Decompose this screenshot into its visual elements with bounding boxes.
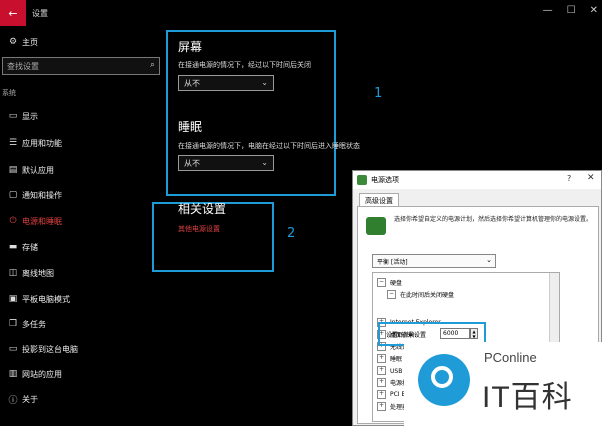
sidebar-item-label: 显示 bbox=[22, 111, 38, 121]
tree-item[interactable]: + 睡眠 bbox=[377, 353, 402, 363]
sidebar-item-about[interactable]: ⓘ 关于 bbox=[0, 389, 165, 409]
back-button[interactable]: ← bbox=[0, 0, 26, 26]
other-power-settings-link[interactable]: 其他电源设置 bbox=[178, 224, 220, 234]
power-options-title: 电源选项 bbox=[371, 176, 399, 184]
sidebar-item-power-sleep[interactable]: ⏻ 电源和睡眠 bbox=[0, 211, 165, 231]
power-options-title-bar: 电源选项 bbox=[353, 171, 601, 189]
sidebar-item-label: 投影到这台电脑 bbox=[22, 344, 78, 354]
search-icon: ⌕ bbox=[149, 60, 155, 70]
info-icon: ⓘ bbox=[8, 395, 18, 406]
tab-advanced-settings[interactable]: 高级设置 bbox=[359, 193, 399, 207]
sidebar-item-label: 网站的应用 bbox=[22, 369, 62, 379]
sidebar-item-label: 存储 bbox=[22, 242, 38, 252]
sidebar-item-label: 默认应用 bbox=[22, 165, 54, 175]
sidebar-item-web-apps[interactable]: ▥ 网站的应用 bbox=[0, 364, 165, 384]
sidebar-item-label: 主页 bbox=[22, 37, 38, 47]
sidebar-item-label: 应用和功能 bbox=[22, 138, 62, 148]
sidebar-item-notifications[interactable]: ▢ 通知和操作 bbox=[0, 185, 165, 205]
sidebar-item-label: 通知和操作 bbox=[22, 190, 62, 200]
search-placeholder: 查找设置 bbox=[7, 61, 39, 71]
power-plan-icon bbox=[366, 217, 386, 235]
maximize-button[interactable]: ☐ bbox=[567, 5, 576, 16]
sleep-description: 在接通电源的情况下，电脑在经过以下时间后进入睡眠状态 bbox=[178, 142, 360, 150]
apps-icon: ☰ bbox=[8, 138, 18, 148]
watermark: PConline IT百科 bbox=[404, 342, 602, 426]
tablet-icon: ▣ bbox=[8, 294, 18, 304]
sidebar-item-display[interactable]: ▭ 显示 bbox=[0, 106, 165, 126]
section-label: 系统 bbox=[2, 89, 16, 97]
power-plan-select[interactable]: 平衡 [活动] ⌄ bbox=[372, 254, 496, 268]
magnifier-icon bbox=[431, 366, 453, 388]
notification-icon: ▢ bbox=[8, 190, 18, 200]
watermark-brand: IT百科 bbox=[482, 381, 573, 414]
tree-item[interactable]: − 硬盘 bbox=[377, 277, 402, 287]
close-button[interactable]: ✕ bbox=[587, 173, 595, 183]
storage-icon: ▬ bbox=[8, 242, 18, 252]
collapse-icon[interactable]: − bbox=[387, 289, 396, 299]
select-value: 从不 bbox=[184, 78, 200, 88]
sidebar-item-label: 关于 bbox=[22, 394, 38, 404]
expand-icon[interactable]: + bbox=[377, 401, 386, 411]
screen-heading: 屏幕 bbox=[178, 40, 203, 54]
select-value: 平衡 [活动] bbox=[377, 258, 408, 266]
web-apps-icon: ▥ bbox=[8, 369, 18, 379]
multitask-icon: ❐ bbox=[8, 319, 18, 329]
expand-icon[interactable]: + bbox=[377, 365, 386, 375]
display-icon: ▭ bbox=[8, 111, 18, 121]
screen-timeout-select[interactable]: 从不 ⌄ bbox=[178, 75, 274, 91]
gear-icon: ⚙ bbox=[8, 37, 18, 47]
window-title: 设置 bbox=[32, 9, 48, 18]
back-arrow-icon: ← bbox=[8, 6, 18, 20]
sidebar-item-tablet-mode[interactable]: ▣ 平板电脑模式 bbox=[0, 289, 165, 309]
select-value: 从不 bbox=[184, 158, 200, 168]
sidebar-item-label: 离线地图 bbox=[22, 268, 54, 278]
chevron-down-icon: ⌄ bbox=[261, 158, 268, 167]
sidebar-item-project[interactable]: ▭ 投影到这台电脑 bbox=[0, 339, 165, 359]
related-settings-heading: 相关设置 bbox=[178, 202, 227, 216]
chevron-down-icon: ⌄ bbox=[486, 256, 492, 264]
sidebar-item-apps[interactable]: ☰ 应用和功能 bbox=[0, 133, 165, 153]
sidebar-item-label: 多任务 bbox=[22, 319, 46, 329]
chevron-down-icon: ⌄ bbox=[261, 78, 268, 87]
tree-item[interactable]: − 在此时间后关闭硬盘 bbox=[387, 289, 454, 299]
close-button[interactable]: ✕ bbox=[590, 5, 598, 16]
search-input[interactable]: 查找设置 ⌕ bbox=[2, 57, 160, 75]
sidebar-item-default-apps[interactable]: ▤ 默认应用 bbox=[0, 160, 165, 180]
collapse-icon[interactable]: − bbox=[377, 277, 386, 287]
project-icon: ▭ bbox=[8, 344, 18, 354]
sidebar-item-label: 平板电脑模式 bbox=[22, 294, 70, 304]
sidebar-item-offline-maps[interactable]: ◫ 离线地图 bbox=[0, 263, 165, 283]
setting-minutes-input[interactable]: 6000 bbox=[440, 328, 470, 339]
spinner-arrows-icon[interactable]: ▲ ▼ bbox=[470, 328, 478, 339]
sleep-timeout-select[interactable]: 从不 ⌄ bbox=[178, 155, 274, 171]
expand-icon[interactable]: + bbox=[377, 389, 386, 399]
sidebar-item-multitasking[interactable]: ❐ 多任务 bbox=[0, 314, 165, 334]
help-button[interactable]: ? bbox=[567, 174, 571, 183]
power-options-description: 选择你希望自定义的电源计划，然后选择你希望计算机管理你的电源设置。 bbox=[394, 216, 593, 223]
sleep-heading: 睡眠 bbox=[178, 120, 203, 134]
callout-number-2: 2 bbox=[287, 226, 296, 241]
sidebar-item-storage[interactable]: ▬ 存储 bbox=[0, 237, 165, 257]
sidebar-item-label: 电源和睡眠 bbox=[22, 216, 62, 226]
sidebar-item-home[interactable]: ⚙ 主页 bbox=[0, 32, 165, 52]
title-bar bbox=[0, 0, 602, 26]
expand-icon[interactable]: + bbox=[377, 353, 386, 363]
screen-description: 在接通电源的情况下，经过以下时间后关闭 bbox=[178, 61, 311, 69]
watermark-text: PConline bbox=[484, 350, 537, 365]
minimize-button[interactable]: — bbox=[543, 5, 553, 16]
window-controls: — ☐ ✕ bbox=[543, 5, 598, 16]
default-apps-icon: ▤ bbox=[8, 165, 18, 175]
expand-icon[interactable]: + bbox=[377, 377, 386, 387]
map-icon: ◫ bbox=[8, 268, 18, 278]
battery-icon bbox=[357, 175, 367, 185]
setting-minutes-label: 设置(分钟): bbox=[386, 332, 417, 339]
callout-number-1: 1 bbox=[374, 86, 383, 101]
power-icon: ⏻ bbox=[9, 216, 17, 226]
